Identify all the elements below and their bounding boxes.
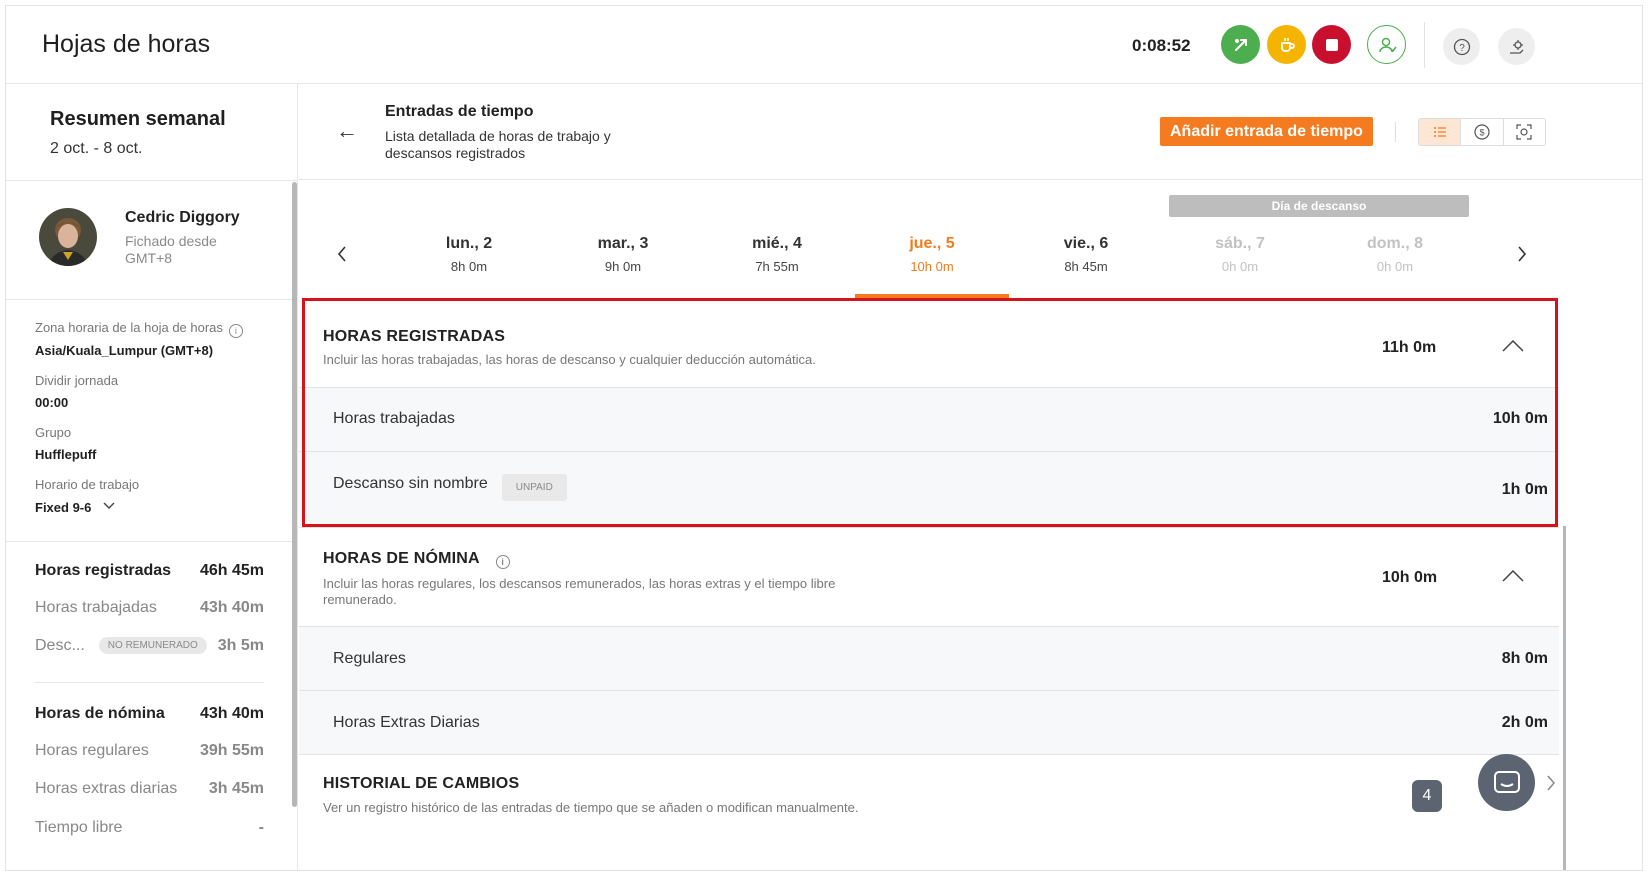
- add-time-entry-button[interactable]: Añadir entrada de tiempo: [1160, 117, 1373, 146]
- day-tab-wed[interactable]: mié., 4 7h 55m: [700, 235, 854, 274]
- section-title: Entradas de tiempo: [385, 103, 534, 120]
- settings-icon: [1509, 39, 1523, 54]
- back-arrow-icon[interactable]: ←: [336, 118, 358, 144]
- unpaid-badge: NO REMUNERADO: [98, 637, 207, 654]
- chevron-down-icon: [103, 502, 115, 509]
- day-selector: Día de descanso lun., 2 8h 0m mar., 3 9h 0…: [299, 181, 1642, 299]
- stat-time-off: Tiempo libre -: [35, 819, 264, 836]
- highlight-box: [302, 298, 1558, 527]
- switch-task-button[interactable]: [1221, 25, 1260, 64]
- sidebar-title: Resumen semanal: [50, 108, 226, 130]
- user-card: Cedric Diggory Fichado desde GMT+8: [6, 182, 298, 300]
- payroll-hours-subtitle: Incluir las horas regulares, los descans…: [323, 576, 836, 607]
- schedule-dropdown[interactable]: Fixed 9-6: [35, 500, 115, 515]
- timesheet-info: Zona horaria de la hoja de horas i Asia/K…: [6, 300, 298, 542]
- payroll-hours-section[interactable]: HORAS DE NÓMINA i Incluir las horas regul…: [299, 527, 1559, 626]
- chevron-up-icon[interactable]: [1502, 570, 1524, 582]
- row-value: 2h 0m: [1501, 714, 1548, 731]
- face-scan-icon: [1516, 124, 1532, 140]
- svg-text:?: ?: [1459, 43, 1465, 54]
- info-icon[interactable]: i: [228, 324, 243, 338]
- stat-daily-overtime: Horas extras diarias 3h 45m: [35, 780, 264, 797]
- chevron-right-icon: [1518, 246, 1527, 262]
- app-window: Hojas de horas 0:08:52 ? Resumen semanal…: [5, 5, 1643, 871]
- payroll-row-regular: Regulares 8h 0m: [299, 626, 1559, 690]
- history-count-badge: 4: [1412, 780, 1442, 812]
- chat-button[interactable]: [1478, 754, 1535, 811]
- day-tab-thu[interactable]: jue., 5 10h 0m: [855, 235, 1009, 274]
- time-entries-panel: ← Entradas de tiempo Lista detallada de …: [299, 84, 1642, 870]
- switch-task-icon: [1234, 38, 1247, 51]
- change-history-section[interactable]: HISTORIAL DE CAMBIOS Ver un registro his…: [299, 754, 1559, 870]
- schedule-label: Horario de trabajo: [35, 477, 140, 492]
- prev-week-button[interactable]: [337, 245, 347, 269]
- chevron-left-icon: [337, 246, 346, 262]
- stop-icon: [1325, 38, 1338, 51]
- next-week-button[interactable]: [1517, 245, 1527, 269]
- payroll-hours-title: HORAS DE NÓMINA i: [323, 550, 510, 569]
- history-title: HISTORIAL DE CAMBIOS: [323, 775, 520, 792]
- split-day-label: Dividir jornada: [35, 373, 119, 388]
- stat-tracked-hours: Horas registradas 46h 45m: [35, 562, 264, 579]
- time-entries-header: ← Entradas de tiempo Lista detallada de …: [299, 84, 1642, 180]
- dollar-icon: $: [1474, 124, 1490, 140]
- week-range: 2 oct. - 8 oct.: [50, 140, 143, 157]
- pay-view-button[interactable]: $: [1461, 119, 1504, 145]
- group-value: Hufflepuff: [35, 447, 97, 462]
- day-tab-tue[interactable]: mar., 3 9h 0m: [546, 235, 700, 274]
- settings-button[interactable]: [1498, 28, 1535, 65]
- svg-text:$: $: [1479, 128, 1484, 138]
- user-clock-zone: Fichado desde GMT+8: [125, 233, 217, 266]
- stats-divider: [35, 682, 264, 683]
- list-icon: [1433, 127, 1446, 137]
- rest-day-badge: Día de descanso: [1169, 195, 1469, 217]
- group-label: Grupo: [35, 425, 72, 440]
- timezone-value: Asia/Kuala_Lumpur (GMT+8): [35, 343, 214, 358]
- day-tab-sun[interactable]: dom., 8 0h 0m: [1318, 235, 1472, 274]
- history-subtitle: Ver un registro histórico de las entrada…: [323, 800, 859, 815]
- running-timer: 0:08:52: [1132, 36, 1191, 55]
- sidebar-scrollbar[interactable]: [292, 182, 297, 807]
- top-bar: Hojas de horas 0:08:52 ?: [6, 6, 1642, 84]
- user-name: Cedric Diggory: [125, 209, 240, 226]
- stat-unpaid-breaks: Desc... NO REMUNERADO 3h 5m: [35, 637, 264, 654]
- chat-icon: [1493, 770, 1520, 793]
- list-view-button[interactable]: [1419, 119, 1462, 145]
- weekly-stats: Horas registradas 46h 45m Horas trabajada…: [6, 542, 298, 870]
- sidebar-header: Resumen semanal 2 oct. - 8 oct.: [6, 84, 298, 181]
- section-description: Lista detallada de horas de trabajo y de…: [385, 128, 611, 161]
- main-scrollbar[interactable]: [1563, 526, 1566, 870]
- row-label: Regulares: [333, 650, 406, 667]
- payroll-hours-total: 10h 0m: [1382, 569, 1438, 586]
- day-tab-sat[interactable]: sáb., 7 0h 0m: [1163, 235, 1317, 274]
- page-title: Hojas de horas: [42, 30, 211, 58]
- stat-regular-hours: Horas regulares 39h 55m: [35, 742, 264, 759]
- chevron-right-icon: [1547, 775, 1555, 791]
- split-day-value: 00:00: [35, 395, 69, 410]
- weekly-summary-sidebar: Resumen semanal 2 oct. - 8 oct. Cedric D…: [6, 84, 298, 870]
- header-divider: [1395, 122, 1396, 142]
- coffee-break-icon: [1280, 37, 1295, 52]
- payroll-row-overtime: Horas Extras Diarias 2h 0m: [299, 690, 1559, 754]
- timezone-label: Zona horaria de la hoja de horas i: [35, 320, 243, 338]
- day-tab-mon[interactable]: lun., 2 8h 0m: [392, 235, 546, 274]
- break-button[interactable]: [1267, 25, 1306, 64]
- face-view-button[interactable]: [1503, 119, 1545, 145]
- toolbar-divider: [1424, 22, 1425, 68]
- info-icon[interactable]: i: [495, 555, 510, 569]
- help-button[interactable]: ?: [1443, 28, 1480, 65]
- history-open-button[interactable]: [1546, 774, 1556, 797]
- stop-timer-button[interactable]: [1312, 25, 1351, 64]
- user-clock-in-button[interactable]: [1367, 25, 1406, 64]
- day-tab-fri[interactable]: vie., 6 8h 45m: [1009, 235, 1163, 274]
- user-add-icon: [1378, 37, 1397, 52]
- help-icon: ?: [1453, 38, 1470, 55]
- stat-worked-hours: Horas trabajadas 43h 40m: [35, 599, 264, 616]
- row-label: Horas Extras Diarias: [333, 714, 480, 731]
- avatar: [39, 208, 97, 266]
- view-toggle-group: $: [1418, 118, 1546, 146]
- row-value: 8h 0m: [1501, 650, 1548, 667]
- stat-payroll-hours: Horas de nómina 43h 40m: [35, 705, 264, 722]
